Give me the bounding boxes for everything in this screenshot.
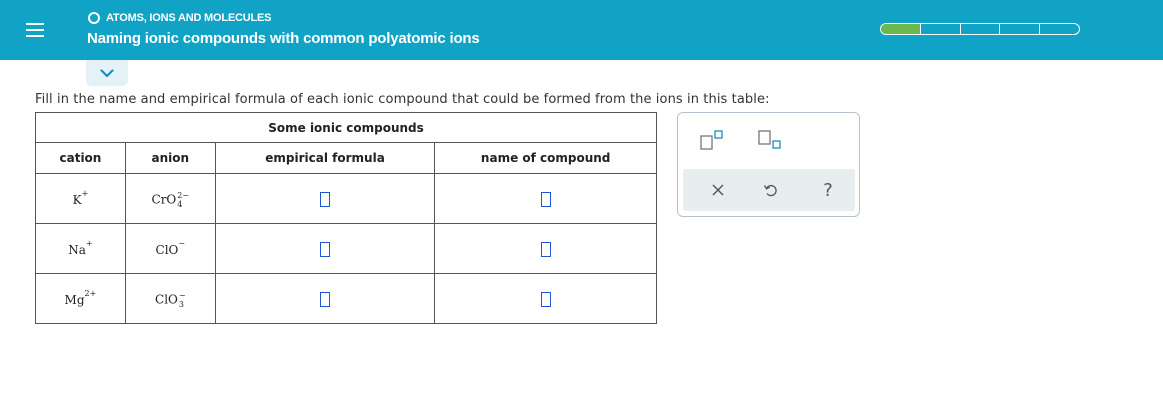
anion-cell: ClO− <box>124 223 216 274</box>
column-header-cation: cation <box>35 142 126 174</box>
progress-segment <box>961 24 1001 34</box>
progress-segment <box>881 24 921 34</box>
subscript-template-icon[interactable] <box>758 130 782 150</box>
table-row: Mg2+ ClO −3 <box>35 273 657 324</box>
name-cell[interactable] <box>434 173 657 224</box>
table-caption: Some ionic compounds <box>35 112 657 143</box>
clear-button[interactable] <box>698 169 738 211</box>
undo-button[interactable] <box>750 169 790 211</box>
cation-cell: K+ <box>35 173 126 224</box>
cation-charge: 2+ <box>84 289 97 298</box>
cation-symbol: Na <box>68 243 86 257</box>
anion-ion: CrO 2− 4 <box>152 191 190 209</box>
name-answer-input[interactable] <box>540 192 551 207</box>
formula-answer-input[interactable] <box>320 192 331 207</box>
ionic-compounds-table: Some ionic compounds cation anion empiri… <box>35 112 657 324</box>
anion-symbol: ClO <box>155 292 178 307</box>
superscript-template-icon[interactable] <box>700 130 724 150</box>
column-header-name: name of compound <box>434 142 657 174</box>
cation-symbol: K <box>72 193 82 207</box>
formula-answer-input[interactable] <box>320 242 331 257</box>
anion-cell: CrO 2− 4 <box>124 173 216 224</box>
instruction-text: Fill in the name and empirical formula o… <box>35 92 770 107</box>
anion-charge: 2− <box>177 190 190 200</box>
help-icon: ? <box>823 179 833 201</box>
anion-charge: − <box>178 239 186 248</box>
table-row: K+ CrO 2− 4 <box>35 173 657 224</box>
name-answer-input[interactable] <box>540 292 551 307</box>
cation-ion: Na+ <box>68 239 92 257</box>
cation-cell: Na+ <box>35 223 126 274</box>
topic-circle-icon <box>88 12 100 24</box>
anion-symbol: ClO <box>155 243 179 257</box>
anion-cell: ClO −3 <box>124 273 216 324</box>
formula-cell[interactable] <box>214 273 436 324</box>
table-row: Na+ ClO− <box>35 223 657 274</box>
anion-ion: ClO− <box>155 239 186 257</box>
clear-icon <box>712 184 724 196</box>
chevron-down-icon <box>100 68 114 77</box>
anion-symbol: CrO <box>151 192 177 207</box>
topic-row: ATOMS, IONS AND MOLECULES <box>88 11 272 25</box>
cation-symbol: Mg <box>64 293 85 307</box>
name-answer-input[interactable] <box>540 242 551 257</box>
column-header-formula: empirical formula <box>214 142 436 174</box>
cation-charge: + <box>81 189 89 198</box>
progress-segment <box>1000 24 1041 34</box>
name-cell[interactable] <box>434 223 657 274</box>
tool-palette: ? <box>677 112 860 217</box>
cation-ion: K+ <box>72 189 89 207</box>
cation-ion: Mg2+ <box>64 289 97 307</box>
anion-charge: − <box>178 290 186 300</box>
anion-ion: ClO −3 <box>155 291 186 309</box>
formula-cell[interactable] <box>214 223 436 274</box>
formula-cell[interactable] <box>214 173 436 224</box>
collapse-toggle-button[interactable] <box>86 60 128 86</box>
column-header-anion: anion <box>124 142 216 174</box>
cation-cell: Mg2+ <box>35 273 126 324</box>
top-header: ATOMS, IONS AND MOLECULES Naming ionic c… <box>0 0 1163 60</box>
anion-subscript: 4 <box>177 199 183 209</box>
topic-label: ATOMS, IONS AND MOLECULES <box>106 12 272 24</box>
palette-actions: ? <box>683 169 855 211</box>
help-button[interactable]: ? <box>808 169 848 211</box>
anion-subscript: 3 <box>178 299 184 309</box>
undo-icon <box>763 184 777 197</box>
progress-segment <box>1040 24 1079 34</box>
page-title: Naming ionic compounds with common polya… <box>87 30 480 47</box>
cation-charge: + <box>85 239 93 248</box>
formula-answer-input[interactable] <box>320 292 331 307</box>
menu-icon[interactable] <box>26 20 44 40</box>
name-cell[interactable] <box>434 273 657 324</box>
progress-bar <box>880 23 1080 35</box>
progress-segment <box>921 24 961 34</box>
